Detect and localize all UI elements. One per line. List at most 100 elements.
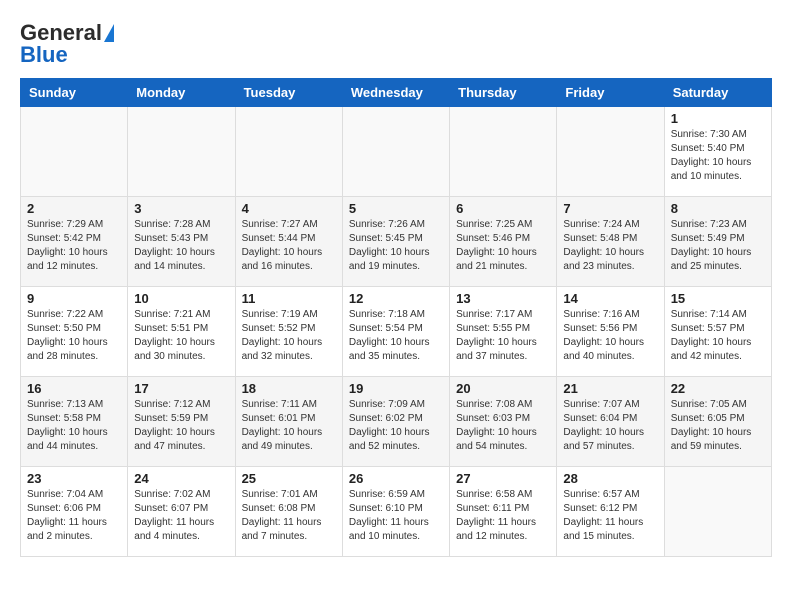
calendar-week-row: 2 Sunrise: 7:29 AM Sunset: 5:42 PM Daylig… xyxy=(21,197,772,287)
calendar-cell: 20 Sunrise: 7:08 AM Sunset: 6:03 PM Dayli… xyxy=(450,377,557,467)
calendar-cell: 15Sunrise: 7:14 AM Sunset: 5:57 PM Dayli… xyxy=(664,287,771,377)
day-number: 15 xyxy=(671,291,765,306)
day-info: Sunrise: 7:17 AM Sunset: 5:55 PM Dayligh… xyxy=(456,308,550,364)
calendar-cell: 6 Sunrise: 7:25 AM Sunset: 5:46 PM Daylig… xyxy=(450,197,557,287)
calendar-cell: 14 Sunrise: 7:16 AM Sunset: 5:56 PM Dayli… xyxy=(557,287,664,377)
day-info: Sunrise: 6:59 AM Sunset: 6:10 PM Dayligh… xyxy=(349,488,443,544)
calendar-cell: 1Sunrise: 7:30 AM Sunset: 5:40 PM Daylig… xyxy=(664,107,771,197)
day-number: 4 xyxy=(242,201,336,216)
calendar-cell: 3 Sunrise: 7:28 AM Sunset: 5:43 PM Daylig… xyxy=(128,197,235,287)
logo-triangle-icon xyxy=(104,24,114,42)
calendar-cell xyxy=(235,107,342,197)
day-info: Sunrise: 7:16 AM Sunset: 5:56 PM Dayligh… xyxy=(563,308,657,364)
day-info: Sunrise: 6:58 AM Sunset: 6:11 PM Dayligh… xyxy=(456,488,550,544)
calendar-cell: 5 Sunrise: 7:26 AM Sunset: 5:45 PM Daylig… xyxy=(342,197,449,287)
calendar-cell: 21 Sunrise: 7:07 AM Sunset: 6:04 PM Dayli… xyxy=(557,377,664,467)
calendar-day-header: Sunday xyxy=(21,79,128,107)
calendar-day-header: Monday xyxy=(128,79,235,107)
calendar-week-row: 23 Sunrise: 7:04 AM Sunset: 6:06 PM Dayli… xyxy=(21,467,772,557)
day-number: 12 xyxy=(349,291,443,306)
day-number: 24 xyxy=(134,471,228,486)
day-info: Sunrise: 7:13 AM Sunset: 5:58 PM Dayligh… xyxy=(27,398,121,454)
day-number: 26 xyxy=(349,471,443,486)
day-number: 3 xyxy=(134,201,228,216)
calendar-cell: 25 Sunrise: 7:01 AM Sunset: 6:08 PM Dayli… xyxy=(235,467,342,557)
day-info: Sunrise: 7:02 AM Sunset: 6:07 PM Dayligh… xyxy=(134,488,228,544)
calendar-cell: 28Sunrise: 6:57 AM Sunset: 6:12 PM Dayli… xyxy=(557,467,664,557)
day-info: Sunrise: 7:08 AM Sunset: 6:03 PM Dayligh… xyxy=(456,398,550,454)
day-number: 10 xyxy=(134,291,228,306)
day-info: Sunrise: 7:27 AM Sunset: 5:44 PM Dayligh… xyxy=(242,218,336,274)
day-number: 8 xyxy=(671,201,765,216)
day-info: Sunrise: 7:26 AM Sunset: 5:45 PM Dayligh… xyxy=(349,218,443,274)
day-number: 6 xyxy=(456,201,550,216)
day-info: Sunrise: 7:28 AM Sunset: 5:43 PM Dayligh… xyxy=(134,218,228,274)
day-info: Sunrise: 7:01 AM Sunset: 6:08 PM Dayligh… xyxy=(242,488,336,544)
calendar-cell: 4 Sunrise: 7:27 AM Sunset: 5:44 PM Daylig… xyxy=(235,197,342,287)
day-number: 13 xyxy=(456,291,550,306)
calendar-cell: 7 Sunrise: 7:24 AM Sunset: 5:48 PM Daylig… xyxy=(557,197,664,287)
calendar-cell: 8 Sunrise: 7:23 AM Sunset: 5:49 PM Daylig… xyxy=(664,197,771,287)
calendar-cell: 22Sunrise: 7:05 AM Sunset: 6:05 PM Dayli… xyxy=(664,377,771,467)
day-info: Sunrise: 7:25 AM Sunset: 5:46 PM Dayligh… xyxy=(456,218,550,274)
day-number: 14 xyxy=(563,291,657,306)
day-number: 21 xyxy=(563,381,657,396)
day-info: Sunrise: 7:23 AM Sunset: 5:49 PM Dayligh… xyxy=(671,218,765,274)
calendar-cell: 16 Sunrise: 7:13 AM Sunset: 5:58 PM Dayli… xyxy=(21,377,128,467)
calendar-cell: 18Sunrise: 7:11 AM Sunset: 6:01 PM Dayli… xyxy=(235,377,342,467)
calendar-cell xyxy=(21,107,128,197)
calendar-cell xyxy=(342,107,449,197)
calendar-cell: 2 Sunrise: 7:29 AM Sunset: 5:42 PM Daylig… xyxy=(21,197,128,287)
day-number: 28 xyxy=(563,471,657,486)
day-number: 25 xyxy=(242,471,336,486)
day-info: Sunrise: 7:07 AM Sunset: 6:04 PM Dayligh… xyxy=(563,398,657,454)
calendar-day-header: Saturday xyxy=(664,79,771,107)
day-info: Sunrise: 7:24 AM Sunset: 5:48 PM Dayligh… xyxy=(563,218,657,274)
calendar-week-row: 9Sunrise: 7:22 AM Sunset: 5:50 PM Daylig… xyxy=(21,287,772,377)
calendar-day-header: Friday xyxy=(557,79,664,107)
calendar-cell: 12 Sunrise: 7:18 AM Sunset: 5:54 PM Dayli… xyxy=(342,287,449,377)
day-number: 22 xyxy=(671,381,765,396)
calendar-cell xyxy=(128,107,235,197)
day-info: Sunrise: 7:04 AM Sunset: 6:06 PM Dayligh… xyxy=(27,488,121,544)
calendar-cell xyxy=(557,107,664,197)
calendar-cell: 10 Sunrise: 7:21 AM Sunset: 5:51 PM Dayli… xyxy=(128,287,235,377)
day-number: 2 xyxy=(27,201,121,216)
day-info: Sunrise: 7:19 AM Sunset: 5:52 PM Dayligh… xyxy=(242,308,336,364)
calendar-table: SundayMondayTuesdayWednesdayThursdayFrid… xyxy=(20,78,772,557)
day-number: 17 xyxy=(134,381,228,396)
day-info: Sunrise: 7:22 AM Sunset: 5:50 PM Dayligh… xyxy=(27,308,121,364)
calendar-cell xyxy=(664,467,771,557)
calendar-cell: 26 Sunrise: 6:59 AM Sunset: 6:10 PM Dayli… xyxy=(342,467,449,557)
day-info: Sunrise: 7:18 AM Sunset: 5:54 PM Dayligh… xyxy=(349,308,443,364)
calendar-cell: 23 Sunrise: 7:04 AM Sunset: 6:06 PM Dayli… xyxy=(21,467,128,557)
day-info: Sunrise: 7:29 AM Sunset: 5:42 PM Dayligh… xyxy=(27,218,121,274)
calendar-week-row: 1Sunrise: 7:30 AM Sunset: 5:40 PM Daylig… xyxy=(21,107,772,197)
calendar-cell xyxy=(450,107,557,197)
day-number: 19 xyxy=(349,381,443,396)
day-number: 23 xyxy=(27,471,121,486)
calendar-week-row: 16 Sunrise: 7:13 AM Sunset: 5:58 PM Dayli… xyxy=(21,377,772,467)
calendar-cell: 24 Sunrise: 7:02 AM Sunset: 6:07 PM Dayli… xyxy=(128,467,235,557)
day-info: Sunrise: 7:21 AM Sunset: 5:51 PM Dayligh… xyxy=(134,308,228,364)
day-number: 1 xyxy=(671,111,765,126)
logo-blue-text: Blue xyxy=(20,42,68,68)
page-header: General Blue xyxy=(20,20,772,68)
day-info: Sunrise: 7:11 AM Sunset: 6:01 PM Dayligh… xyxy=(242,398,336,454)
calendar-cell: 13 Sunrise: 7:17 AM Sunset: 5:55 PM Dayli… xyxy=(450,287,557,377)
day-number: 16 xyxy=(27,381,121,396)
day-number: 5 xyxy=(349,201,443,216)
calendar-day-header: Thursday xyxy=(450,79,557,107)
calendar-day-header: Wednesday xyxy=(342,79,449,107)
day-info: Sunrise: 7:12 AM Sunset: 5:59 PM Dayligh… xyxy=(134,398,228,454)
day-number: 7 xyxy=(563,201,657,216)
calendar-cell: 11 Sunrise: 7:19 AM Sunset: 5:52 PM Dayli… xyxy=(235,287,342,377)
day-number: 11 xyxy=(242,291,336,306)
day-number: 20 xyxy=(456,381,550,396)
calendar-cell: 17 Sunrise: 7:12 AM Sunset: 5:59 PM Dayli… xyxy=(128,377,235,467)
calendar-cell: 19 Sunrise: 7:09 AM Sunset: 6:02 PM Dayli… xyxy=(342,377,449,467)
logo: General Blue xyxy=(20,20,114,68)
calendar-cell: 9Sunrise: 7:22 AM Sunset: 5:50 PM Daylig… xyxy=(21,287,128,377)
calendar-header-row: SundayMondayTuesdayWednesdayThursdayFrid… xyxy=(21,79,772,107)
day-info: Sunrise: 7:09 AM Sunset: 6:02 PM Dayligh… xyxy=(349,398,443,454)
